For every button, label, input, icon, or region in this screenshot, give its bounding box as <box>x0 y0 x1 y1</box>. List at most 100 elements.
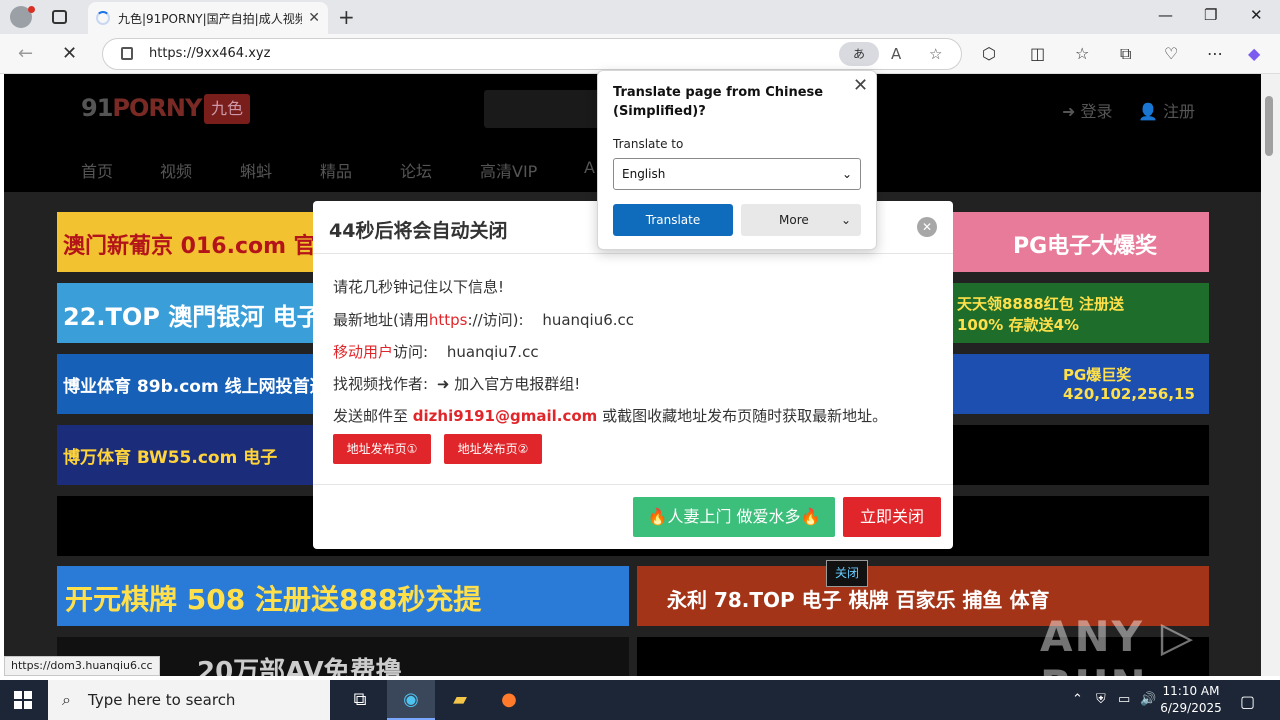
favorite-star-icon[interactable]: ☆ <box>929 45 942 63</box>
latest-address-prefix: 最新地址(请用 <box>333 311 429 329</box>
scrollbar-thumb[interactable] <box>1265 96 1273 156</box>
email-address[interactable]: dizhi9191@gmail.com <box>413 407 597 425</box>
nav-forum[interactable]: 论坛 <box>400 158 432 182</box>
register-link[interactable]: 👤 注册 <box>1138 98 1195 122</box>
login-link[interactable]: ➜ 登录 <box>1062 98 1113 122</box>
translate-close-icon[interactable]: ✕ <box>853 75 868 96</box>
ad-banner-text: 开元棋牌 508 注册送888秒充提 <box>65 583 482 616</box>
latest-domain-link[interactable]: huanqiu6.cc <box>542 311 634 329</box>
translate-button[interactable]: Translate <box>613 204 733 236</box>
browser-essentials-icon[interactable]: ♡ <box>1164 44 1178 63</box>
ad-banner-text: PG爆巨奖 420,102,256,15 <box>1063 366 1195 403</box>
edge-browser-icon[interactable]: ◉ <box>387 680 435 720</box>
collections-icon[interactable]: ⧉ <box>1120 44 1131 64</box>
status-bar-url: https://dom3.huanqiu6.cc <box>4 656 160 676</box>
lock-icon[interactable] <box>121 47 133 60</box>
site-search-input[interactable] <box>484 90 604 128</box>
translate-title: Translate page from Chinese (Simplified)… <box>613 85 824 119</box>
modal-line-email: 发送邮件至 dizhi9191@gmail.com 或截图收藏地址发布页随时获取… <box>333 405 887 426</box>
ad-banner-text: 20万部AV免费撸 <box>197 657 402 676</box>
window-close-button[interactable]: ✕ <box>1250 6 1263 24</box>
clock-date: 6/29/2025 <box>1160 701 1222 715</box>
target-language-select[interactable]: English ⌄ <box>613 158 861 190</box>
modal-line-latest-address: 最新地址(请用https://访问): huanqiu6.cc <box>333 309 634 330</box>
modal-footer-divider <box>313 484 953 485</box>
taskbar: ⌕ Type here to search ⧉ ◉ ▰ ● ⌃ ⛨ ▭ 🔊 11… <box>0 680 1280 720</box>
browser-tab[interactable]: 九色|91PORNY|国产自拍|成人视频 ✕ <box>88 2 328 34</box>
ad-banner-text: 澳门新葡京 016.com 官方直营 <box>63 234 317 259</box>
ad-close-button[interactable]: 关闭 <box>826 560 868 587</box>
volume-icon[interactable]: 🔊 <box>1140 692 1156 707</box>
translate-to-label: Translate to <box>613 137 684 151</box>
task-view-icon[interactable]: ⧉ <box>336 680 384 720</box>
settings-menu-icon[interactable]: ⋯ <box>1207 44 1223 63</box>
url-text[interactable]: https://9xx464.xyz <box>149 46 270 61</box>
extensions-icon[interactable]: ⬡ <box>982 44 996 63</box>
network-icon[interactable]: ▭ <box>1118 692 1130 707</box>
close-now-button[interactable]: 立即关闭 <box>843 497 941 537</box>
ad-banner[interactable]: PG电子大爆奖 <box>953 212 1209 272</box>
windows-start-icon[interactable] <box>14 691 32 709</box>
logo-suffix: PORNY <box>112 94 202 122</box>
ad-banner[interactable]: 博万体育 BW55.com 电子 <box>57 425 317 485</box>
minimize-button[interactable]: — <box>1158 6 1173 24</box>
tab-title: 九色|91PORNY|国产自拍|成人视频 <box>118 11 303 26</box>
new-tab-button[interactable]: + <box>338 5 355 29</box>
logo-badge: 九色 <box>204 94 250 124</box>
tray-overflow-chevron-icon[interactable]: ⌃ <box>1072 692 1083 707</box>
sign-in-icon: ➜ <box>436 375 450 393</box>
copilot-icon[interactable]: ◆ <box>1248 44 1260 63</box>
notification-dot <box>28 6 35 13</box>
nav-tadpole[interactable]: 蝌蚪 <box>240 158 272 182</box>
nav-hd-vip[interactable]: 高清VIP <box>480 158 537 182</box>
security-icon[interactable]: ⛨ <box>1096 692 1106 707</box>
firefox-icon[interactable]: ● <box>485 680 533 720</box>
ad-banner[interactable]: 天天领8888红包 注册送100% 存款送4% <box>953 283 1209 343</box>
address-bar[interactable]: https://9xx464.xyz あ A ☆ <box>102 38 962 70</box>
address-page-1-button[interactable]: 地址发布页① <box>333 434 431 464</box>
ad-banner[interactable]: PG爆巨奖 420,102,256,15 <box>953 354 1209 414</box>
chevron-down-icon: ⌄ <box>841 167 852 181</box>
read-aloud-icon[interactable]: A <box>891 45 901 63</box>
taskbar-search-box[interactable]: ⌕ Type here to search <box>48 680 330 720</box>
nav-more[interactable]: A <box>584 158 595 177</box>
target-language-value: English <box>622 167 666 181</box>
system-clock[interactable]: 11:10 AM 6/29/2025 <box>1160 683 1222 717</box>
page-scrollbar[interactable] <box>1261 74 1280 676</box>
mobile-domain-link[interactable]: huanqiu7.cc <box>447 343 539 361</box>
notice-modal: 44秒后将会自动关闭 ✕ 请花几秒钟记住以下信息! 最新地址(请用https:/… <box>313 201 953 549</box>
site-logo[interactable]: 91PORNY <box>81 94 202 122</box>
nav-videos[interactable]: 视频 <box>160 158 192 182</box>
tab-bar: 九色|91PORNY|国产自拍|成人视频 ✕ + — ❐ ✕ <box>0 0 1280 34</box>
ad-banner[interactable]: 22.TOP 澳門银河 电子 <box>57 283 317 343</box>
more-button[interactable]: More ⌄ <box>741 204 861 236</box>
notifications-icon[interactable]: ▢ <box>1240 692 1255 711</box>
modal-title: 44秒后将会自动关闭 <box>329 220 508 242</box>
favorites-icon[interactable]: ☆ <box>1075 44 1089 63</box>
taskbar-search-placeholder: Type here to search <box>88 691 236 709</box>
translate-icon[interactable]: あ <box>839 42 879 66</box>
telegram-link[interactable]: ➜ 加入官方电报群组! <box>437 375 580 393</box>
ad-banner-blank[interactable] <box>953 425 1209 485</box>
ad-banner-text: 永利 78.TOP 电子 棋牌 百家乐 捕鱼 体育 <box>667 588 1050 612</box>
translate-popup: Translate page from Chinese (Simplified)… <box>597 70 877 250</box>
tab-close-icon[interactable]: ✕ <box>308 10 320 26</box>
register-label: 注册 <box>1163 102 1196 121</box>
address-page-2-button[interactable]: 地址发布页② <box>444 434 542 464</box>
tab-actions-icon[interactable] <box>52 10 67 24</box>
split-screen-icon[interactable]: ◫ <box>1030 44 1045 63</box>
ad-banner[interactable]: 澳门新葡京 016.com 官方直营 <box>57 212 317 272</box>
email-prefix: 发送邮件至 <box>333 407 409 425</box>
nav-home[interactable]: 首页 <box>81 158 113 182</box>
telegram-prefix: 找视频找作者: <box>333 375 429 393</box>
nav-premium[interactable]: 精品 <box>320 158 352 182</box>
stop-loading-icon[interactable]: ✕ <box>62 43 77 64</box>
maximize-button[interactable]: ❐ <box>1204 6 1217 24</box>
ad-banner[interactable]: 博业体育 89b.com 线上网投首选 注册即送 <box>57 354 317 414</box>
ad-banner[interactable]: 开元棋牌 508 注册送888秒充提 <box>57 566 629 626</box>
back-icon[interactable]: ← <box>18 43 33 64</box>
file-explorer-icon[interactable]: ▰ <box>436 680 484 720</box>
modal-close-icon[interactable]: ✕ <box>917 217 937 237</box>
promo-button[interactable]: 🔥人妻上门 做爱水多🔥 <box>633 497 835 537</box>
clock-time: 11:10 AM <box>1162 684 1220 698</box>
